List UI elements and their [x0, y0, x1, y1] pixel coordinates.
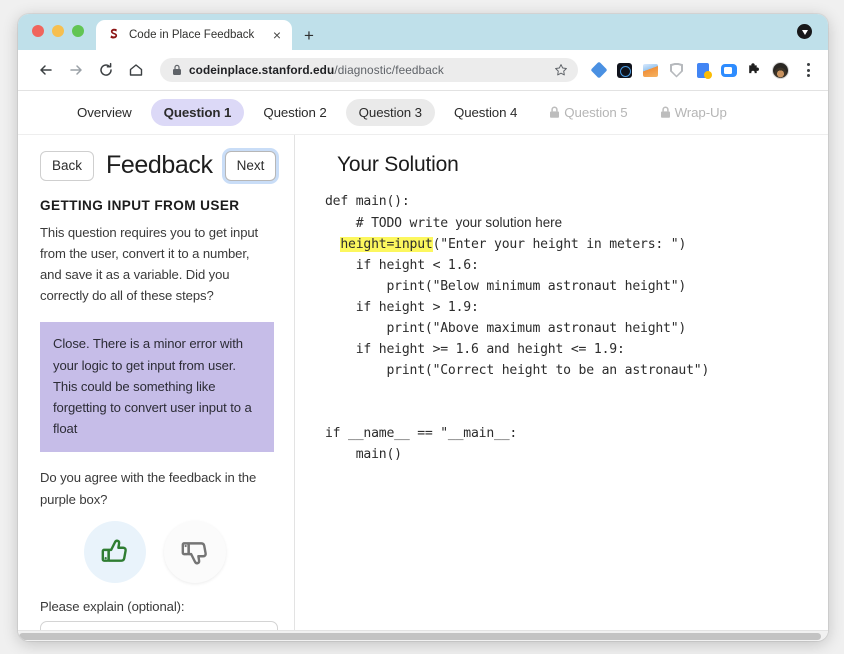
address-bar[interactable]: codeinplace.stanford.edu/diagnostic/feed… [160, 58, 578, 82]
content-columns: Back Feedback Next GETTING INPUT FROM US… [18, 135, 828, 641]
nav-tab-label: Question 1 [163, 105, 232, 120]
lock-icon [550, 106, 560, 118]
nav-tab-question-4[interactable]: Question 4 [441, 99, 530, 126]
close-window-button[interactable] [32, 25, 44, 37]
diamond-extension-icon[interactable] [590, 61, 607, 79]
browser-tab-strip: Code in Place Feedback × + [18, 14, 828, 50]
code-line: print("Correct height to be an astronaut… [325, 363, 710, 378]
solution-panel: Your Solution def main(): # TODO write y… [295, 135, 828, 641]
code-comment-handwritten: your solution here [455, 215, 563, 230]
tab-strip-indicator[interactable] [797, 24, 812, 39]
explain-label: Please explain (optional): [40, 598, 185, 614]
feedback-sidebar: Back Feedback Next GETTING INPUT FROM US… [18, 135, 295, 641]
next-button[interactable]: Next [224, 151, 277, 181]
nav-tab-question-2[interactable]: Question 2 [250, 99, 339, 126]
code-line: ("Enter your height in meters: ") [432, 237, 687, 252]
url-domain: codeinplace.stanford.edu [189, 63, 335, 77]
code-line: main() [325, 447, 402, 462]
solution-title: Your Solution [337, 153, 459, 176]
nav-tab-label: Question 3 [358, 105, 422, 120]
question-heading: GETTING INPUT FROM USER [40, 197, 240, 213]
profile-avatar[interactable] [772, 61, 789, 79]
browser-toolbar: codeinplace.stanford.edu/diagnostic/feed… [18, 50, 828, 90]
code-line: if height < 1.6: [325, 258, 479, 273]
code-line: print("Below minimum astronaut height") [325, 279, 687, 294]
address-bar-url: codeinplace.stanford.edu/diagnostic/feed… [189, 63, 547, 77]
padlock-icon [172, 64, 182, 76]
feedback-header: Back Feedback Next [40, 151, 277, 181]
forward-arrow-icon[interactable] [62, 56, 90, 84]
code-line: def main(): [325, 194, 410, 209]
new-tab-button[interactable]: + [304, 27, 314, 44]
bookmark-star-icon[interactable] [554, 63, 568, 77]
nav-tab-question-3[interactable]: Question 3 [345, 99, 435, 126]
browser-window: Code in Place Feedback × + codeinplace.s… [18, 14, 828, 641]
dark-square-extension-icon[interactable] [616, 62, 633, 79]
browser-tab-title: Code in Place Feedback [129, 29, 255, 41]
close-tab-button[interactable]: × [270, 28, 284, 42]
browser-tab[interactable]: Code in Place Feedback × [96, 20, 292, 50]
agree-question: Do you agree with the feedback in the pu… [40, 470, 257, 507]
photo-extension-icon[interactable] [642, 62, 659, 79]
page-content: Overview Question 1 Question 2 Question … [18, 90, 828, 641]
scrollbar-thumb[interactable] [19, 633, 821, 640]
stanford-s-icon [106, 28, 121, 43]
zoom-extension-icon[interactable] [720, 62, 737, 79]
thumbs-up-button[interactable] [84, 520, 146, 583]
code-line: if __name__ == "__main__: [325, 426, 518, 441]
extensions-row [590, 61, 816, 79]
kebab-menu-icon[interactable] [800, 61, 816, 79]
home-icon[interactable] [122, 56, 150, 84]
code-line: # TODO write [325, 216, 456, 231]
solution-code: def main(): # TODO write your solution h… [325, 191, 828, 465]
code-line: print("Above maximum astronaut height") [325, 321, 687, 336]
back-arrow-icon[interactable] [32, 56, 60, 84]
nav-tab-question-5: Question 5 [536, 99, 640, 126]
nav-tab-wrap-up: Wrap-Up [647, 99, 740, 126]
download-indicator-icon[interactable] [797, 24, 812, 39]
url-path: /diagnostic/feedback [334, 63, 444, 77]
nav-tab-label: Overview [77, 105, 132, 120]
horizontal-scrollbar[interactable] [18, 630, 828, 641]
question-body: This question requires you to get input … [40, 224, 259, 304]
maximize-window-button[interactable] [72, 25, 84, 37]
question-nav-tabs: Overview Question 1 Question 2 Question … [18, 91, 828, 135]
minimize-window-button[interactable] [52, 25, 64, 37]
puzzle-extensions-icon[interactable] [746, 62, 763, 79]
thumbs-up-icon [101, 539, 127, 562]
code-line: if height > 1.9: [325, 300, 479, 315]
nav-tab-label: Question 2 [263, 105, 327, 120]
nav-tab-label: Question 5 [564, 105, 628, 120]
nav-tab-label: Question 4 [453, 105, 518, 120]
vote-buttons [40, 520, 274, 583]
nav-tab-overview[interactable]: Overview [64, 99, 145, 126]
code-line: if height >= 1.6 and height <= 1.9: [325, 342, 625, 357]
thumbs-down-button[interactable] [164, 520, 226, 583]
highlighted-code: height=input [340, 237, 433, 252]
page-title: Feedback [106, 151, 213, 180]
nav-tab-label: Wrap-Up [674, 105, 727, 120]
docs-extension-icon[interactable] [694, 62, 712, 79]
feedback-purple-box: Close. There is a minor error with your … [40, 322, 274, 453]
nav-tab-question-1[interactable]: Question 1 [150, 99, 245, 126]
reload-icon[interactable] [92, 56, 120, 84]
back-button[interactable]: Back [40, 151, 95, 181]
window-traffic-lights [32, 14, 84, 50]
lock-icon [660, 106, 670, 118]
thumbs-down-icon [181, 541, 207, 565]
shield-extension-icon[interactable] [668, 62, 685, 79]
